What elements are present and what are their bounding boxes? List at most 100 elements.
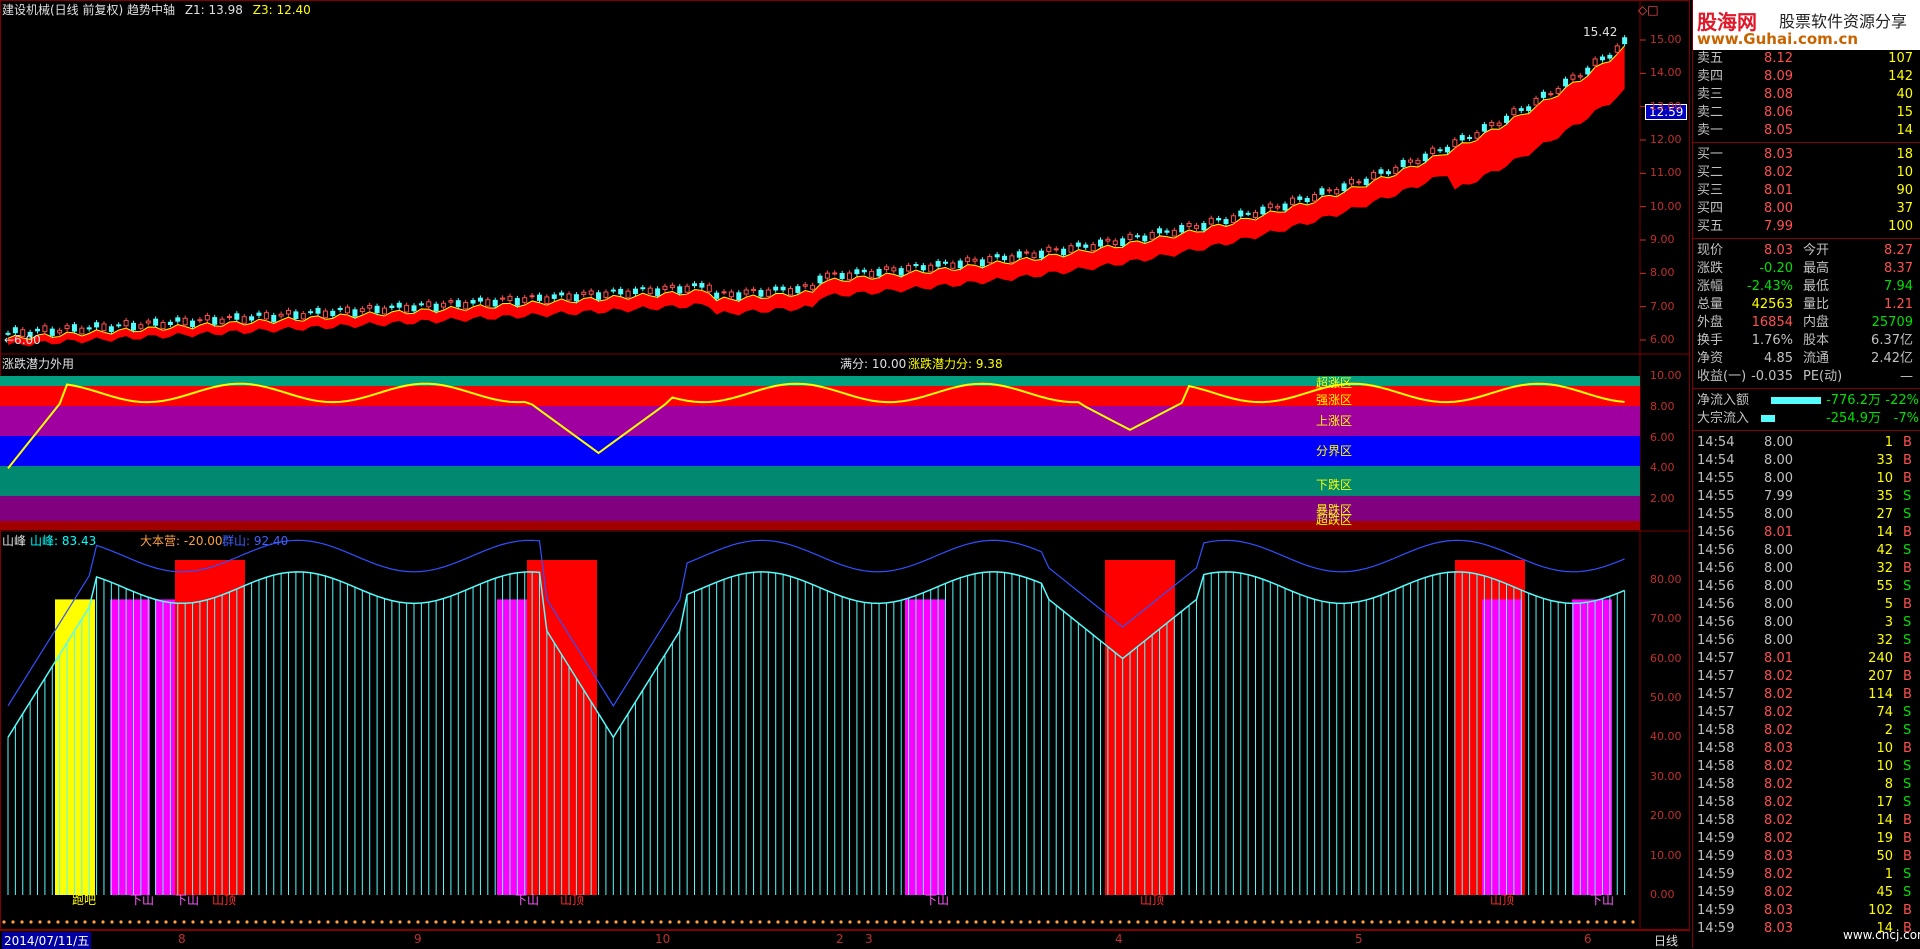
candle — [278, 313, 284, 317]
candle — [1038, 250, 1044, 259]
tick-side: B — [1903, 597, 1912, 612]
marker-dot — [713, 920, 717, 924]
tick-price: 8.00 — [1764, 471, 1793, 486]
tick-time: 14:59 — [1697, 921, 1735, 936]
stat-value: 1.21 — [1884, 297, 1913, 312]
bid-label: 买二 — [1697, 165, 1724, 180]
bid-volume: 37 — [1896, 201, 1913, 216]
marker-dot — [974, 920, 978, 924]
marker-dot — [1523, 920, 1527, 924]
marker-dot — [1019, 920, 1023, 924]
candle — [559, 292, 565, 296]
tick-row: 14:56 8.00 55 S — [1693, 578, 1920, 595]
marker-dot — [1415, 920, 1419, 924]
ask-label: 卖一 — [1697, 123, 1724, 138]
tick-price: 8.02 — [1764, 813, 1793, 828]
tick-price: 8.02 — [1764, 669, 1793, 684]
candle — [773, 286, 779, 291]
tick-side: S — [1903, 579, 1912, 594]
tick-volume: 10 — [1876, 759, 1893, 774]
candle — [1378, 169, 1384, 174]
tick-price: 8.03 — [1764, 903, 1793, 918]
bid-label: 买一 — [1697, 147, 1724, 162]
marker-dot — [1100, 920, 1104, 924]
marker-dot — [29, 920, 33, 924]
tick-price: 8.01 — [1764, 651, 1793, 666]
marker-dot — [821, 920, 825, 924]
stat-value: 8.37 — [1884, 261, 1913, 276]
ask-volume: 14 — [1896, 123, 1913, 138]
candle — [241, 316, 247, 324]
candle — [1489, 122, 1495, 127]
candle — [994, 254, 1000, 258]
panel3-tick: 80.00 — [1650, 572, 1682, 586]
tick-row: 14:54 8.00 33 B — [1693, 452, 1920, 469]
stat-value: 1.76% — [1751, 333, 1793, 348]
marker-dot — [1244, 920, 1248, 924]
flow-bar — [1771, 397, 1821, 404]
candle — [1297, 196, 1303, 200]
marker-dot — [1379, 920, 1383, 924]
candle — [330, 310, 336, 316]
divider — [1693, 142, 1920, 143]
marker-dot — [281, 920, 285, 924]
tick-time: 14:59 — [1697, 831, 1735, 846]
period-label[interactable]: 日线 — [1654, 932, 1678, 949]
candle — [1230, 215, 1236, 223]
tick-volume: 14 — [1876, 813, 1893, 828]
stat-value: 25709 — [1871, 315, 1913, 330]
candle — [1075, 242, 1081, 247]
candle — [847, 272, 853, 281]
marker-dot — [947, 920, 951, 924]
candle — [271, 314, 277, 322]
candle — [935, 261, 941, 267]
window-control-icon[interactable]: ◇□ — [1638, 3, 1659, 17]
marker-dot — [605, 920, 609, 924]
chart-canvas[interactable] — [0, 0, 1692, 948]
candle — [957, 260, 963, 269]
candle — [1415, 159, 1421, 165]
logo-subtitle: 股票软件资源分享 — [1779, 12, 1908, 31]
marker-dot — [875, 920, 879, 924]
marker-dot — [839, 920, 843, 924]
marker-dot — [596, 920, 600, 924]
panel2-tick: 4.00 — [1650, 461, 1675, 475]
stat-row: 换手 1.76% 股本 6.37亿 — [1693, 332, 1920, 349]
marker-dot — [695, 920, 699, 924]
candle — [1193, 225, 1199, 229]
candle — [610, 289, 616, 292]
candle — [35, 328, 41, 332]
candle — [1459, 135, 1465, 141]
candle — [640, 287, 646, 290]
marker-dot — [542, 920, 546, 924]
marker-dot — [731, 920, 735, 924]
flow-row: 大宗流入 -254.9万 -7% — [1693, 410, 1920, 427]
marker-dot — [1208, 920, 1212, 924]
ask-row: 卖二 8.06 15 — [1693, 104, 1920, 121]
marker-dot — [848, 920, 852, 924]
candle — [1105, 238, 1111, 242]
tick-volume: 27 — [1876, 507, 1893, 522]
tick-volume: 74 — [1876, 705, 1893, 720]
candle — [854, 269, 860, 275]
tick-volume: 2 — [1884, 723, 1893, 738]
candle — [588, 290, 594, 295]
ask-label: 卖五 — [1697, 51, 1724, 66]
ask-volume: 15 — [1896, 105, 1913, 120]
tick-price: 8.02 — [1764, 723, 1793, 738]
marker-dot — [1613, 920, 1617, 924]
ask-volume: 40 — [1896, 87, 1913, 102]
candle — [145, 320, 151, 324]
candle — [337, 307, 343, 311]
candle — [1437, 149, 1443, 152]
tick-row: 14:59 8.03 50 B — [1693, 848, 1920, 865]
tick-row: 14:57 8.02 207 B — [1693, 668, 1920, 685]
marker-dot — [1091, 920, 1095, 924]
marker-dot — [1010, 920, 1014, 924]
candle — [1098, 239, 1104, 247]
candle — [463, 302, 469, 310]
marker-dot — [659, 920, 663, 924]
stat-value: 8.03 — [1764, 243, 1793, 258]
bid-price: 8.01 — [1764, 183, 1793, 198]
candle — [234, 313, 240, 320]
